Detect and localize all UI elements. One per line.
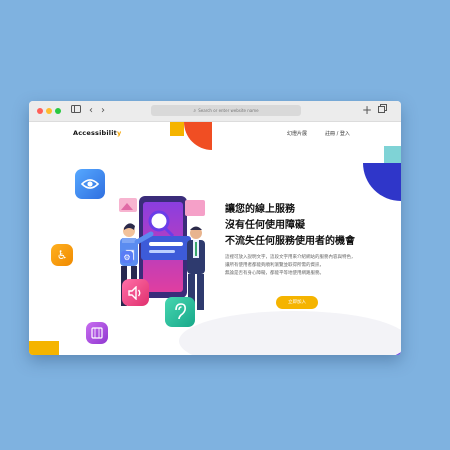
chevron-right-icon[interactable]: › xyxy=(101,104,105,118)
decor-blue-quarter-circle xyxy=(363,163,401,201)
search-icon: ⌕ xyxy=(193,108,197,114)
nav-item-slideshow[interactable]: 幻燈片展 xyxy=(287,130,307,137)
description-line-3: 無論是否有身心障礙，都能平等地使用網路服務。 xyxy=(225,271,324,276)
wheelchair-icon: ♿ xyxy=(51,244,73,266)
headline-line-3: 不流失任何服務使用者的機會 xyxy=(225,236,355,247)
minimize-window-button[interactable] xyxy=(46,108,52,114)
hero-description: 這裡可放入說明文字，這段文字用來介紹網站的服務內容與特色， 讓所有使用者都能夠順… xyxy=(225,254,365,278)
maximize-window-button[interactable] xyxy=(55,108,61,114)
browser-toolbar: ‹ › ⌕ Search or enter website name + xyxy=(29,101,401,122)
join-now-button[interactable]: 立即加入 xyxy=(276,296,318,309)
chevron-left-icon[interactable]: ‹ xyxy=(89,104,93,118)
nav-item-register-login[interactable]: 註冊 / 登入 xyxy=(325,130,350,137)
address-bar-placeholder: Search or enter website name xyxy=(198,108,259,113)
browser-window: ‹ › ⌕ Search or enter website name + Acce… xyxy=(29,101,401,355)
speaker-icon xyxy=(122,279,149,306)
site-logo[interactable]: Accessibility xyxy=(73,129,121,137)
description-line-1: 這裡可放入說明文字，這段文字用來介紹網站的服務內容與特色， xyxy=(225,255,356,260)
sidebar-toggle-icon[interactable] xyxy=(71,104,81,118)
close-window-button[interactable] xyxy=(37,108,43,114)
keyboard-icon xyxy=(86,322,108,344)
decor-teal-square xyxy=(384,146,401,163)
new-tab-icon[interactable]: + xyxy=(362,103,372,117)
settings-gear-icon: ⚙ xyxy=(121,251,133,263)
address-bar[interactable]: ⌕ Search or enter website name xyxy=(151,105,301,116)
ear-icon xyxy=(165,297,195,327)
hero-headline: 讓您的線上服務 沒有任何使用障礙 不流失任何服務使用者的機會 xyxy=(225,202,355,250)
decor-yellow-square xyxy=(170,122,184,136)
eye-icon xyxy=(75,169,105,199)
description-line-2: 讓所有使用者都能夠順利瀏覽並取得所需的資訊， xyxy=(225,263,324,268)
headline-line-1: 讓您的線上服務 xyxy=(225,204,295,215)
tabs-overview-icon[interactable] xyxy=(378,104,387,118)
headline-line-2: 沒有任何使用障礙 xyxy=(225,220,305,231)
